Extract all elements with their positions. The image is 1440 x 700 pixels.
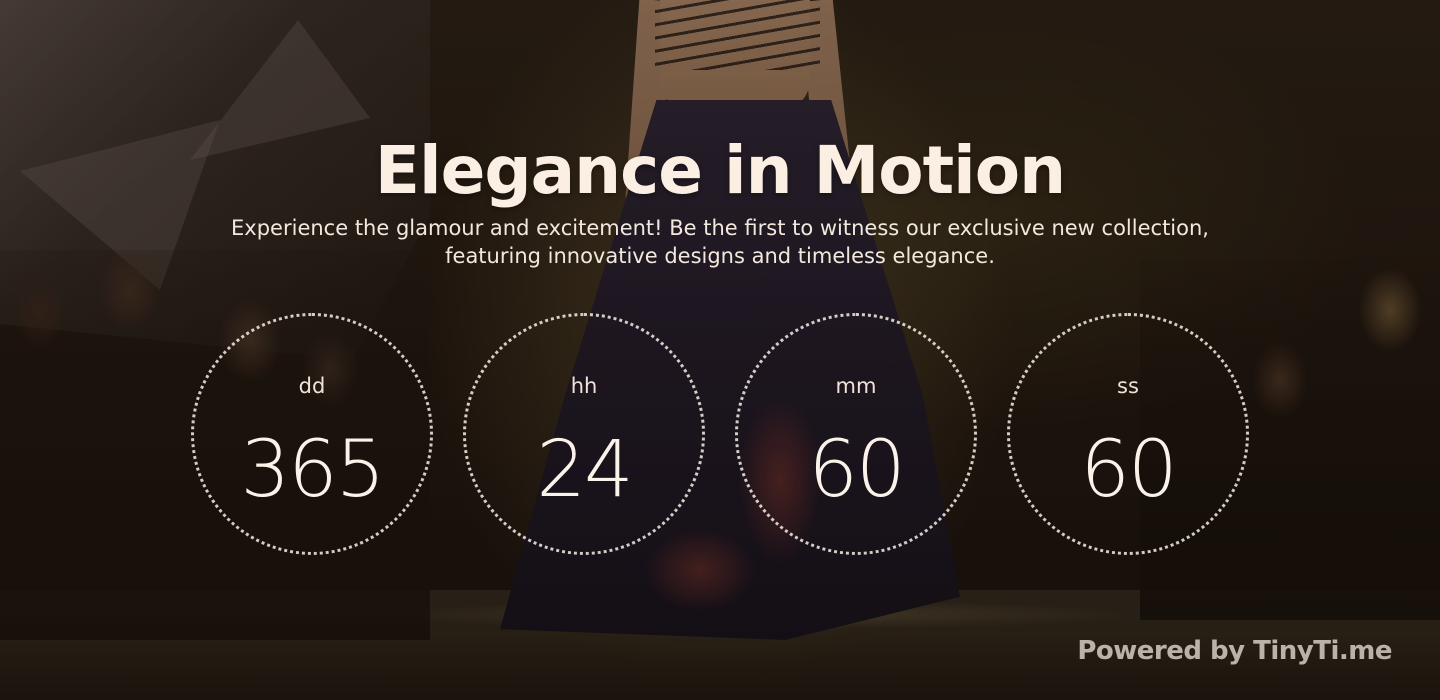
- countdown-hours: hh 24: [463, 313, 705, 555]
- countdown-minutes: mm 60: [735, 313, 977, 555]
- countdown-page: Elegance in Motion Experience the glamou…: [0, 0, 1440, 700]
- countdown-days: dd 365: [191, 313, 433, 555]
- countdown-seconds-value: 60: [1080, 425, 1177, 515]
- countdown-seconds-label: ss: [1117, 374, 1139, 398]
- countdown-hours-label: hh: [570, 374, 598, 398]
- countdown-seconds: ss 60: [1007, 313, 1249, 555]
- countdown-minutes-value: 60: [808, 425, 905, 515]
- countdown-days-label: dd: [298, 374, 326, 398]
- countdown-hours-value: 24: [536, 425, 633, 515]
- countdown-timer: dd 365 hh 24 mm 60 ss 60: [0, 0, 1440, 700]
- countdown-days-value: 365: [240, 425, 386, 515]
- countdown-minutes-label: mm: [835, 374, 877, 398]
- powered-by-link[interactable]: Powered by TinyTi.me: [1077, 636, 1392, 666]
